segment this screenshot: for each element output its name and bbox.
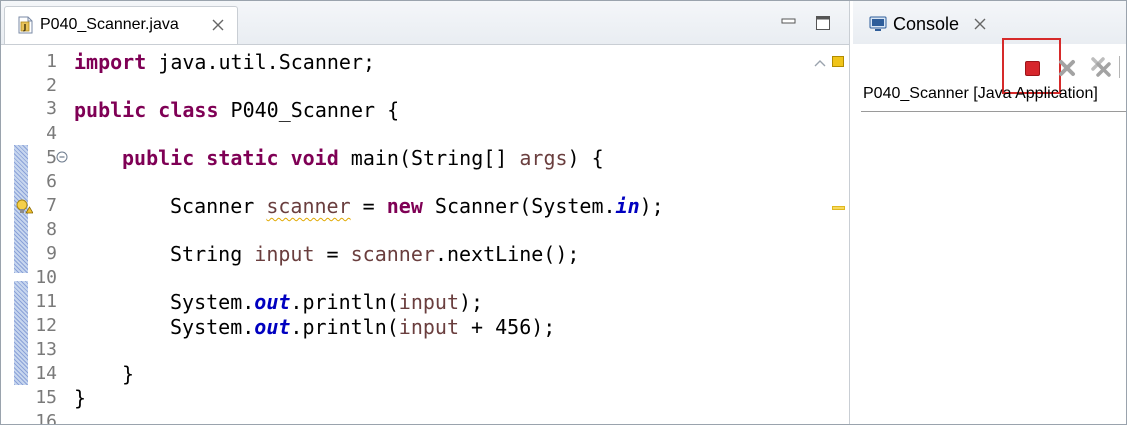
line-number: 14 xyxy=(35,363,57,384)
code-variable-warning: scanner xyxy=(266,194,351,218)
code-line: System.out.println(input + 456); xyxy=(170,315,555,339)
code-text: System. xyxy=(170,290,255,314)
code-text: .println( xyxy=(290,315,399,339)
code-text: System. xyxy=(170,315,255,339)
line-number: 8 xyxy=(46,219,57,240)
code-text: P040_Scanner { xyxy=(218,98,400,122)
code-line: String input = scanner.nextLine(); xyxy=(170,242,579,266)
code-variable: input xyxy=(254,242,315,266)
editor-tab[interactable]: J P040_Scanner.java xyxy=(4,6,238,44)
terminate-icon[interactable] xyxy=(1025,61,1040,76)
code-static-field: in xyxy=(615,194,640,218)
code-text: = xyxy=(350,194,387,218)
close-icon[interactable] xyxy=(211,18,225,32)
code-line: } xyxy=(122,362,134,386)
code-text: java.util.Scanner; xyxy=(146,50,376,74)
code-text: Scanner xyxy=(170,194,267,218)
warning-marker[interactable] xyxy=(832,206,845,210)
editor-tab-bar: J P040_Scanner.java xyxy=(1,1,849,45)
svg-text:J: J xyxy=(23,23,27,32)
line-number: 4 xyxy=(46,123,57,144)
code-line: } xyxy=(74,386,86,410)
code-text: .println( xyxy=(290,290,399,314)
code-static-field: out xyxy=(254,290,291,314)
line-number: 1 xyxy=(46,51,57,72)
java-file-icon: J xyxy=(18,16,33,34)
editor-tab-title: P040_Scanner.java xyxy=(40,16,179,33)
console-tab[interactable]: Console xyxy=(859,6,999,44)
code-text: } xyxy=(74,386,87,410)
code-text: Scanner(System. xyxy=(422,194,616,218)
close-icon[interactable] xyxy=(973,17,987,31)
overview-ruler[interactable] xyxy=(809,45,849,424)
code-keyword: new xyxy=(386,194,423,218)
scroll-up-icon[interactable] xyxy=(813,58,827,68)
line-number: 10 xyxy=(35,267,57,288)
line-number: 13 xyxy=(35,339,57,360)
code-text: } xyxy=(122,362,135,386)
code-text: ) { xyxy=(567,146,604,170)
fold-collapse-icon[interactable] xyxy=(56,151,68,163)
code-editor[interactable]: 1 2 3 4 5 6 7 8 9 10 11 12 13 14 15 16 i… xyxy=(1,45,849,424)
code-line: Scanner scanner = new Scanner(System.in)… xyxy=(170,194,664,218)
editor-pane: J P040_Scanner.java 1 2 3 4 5 6 7 8 9 10… xyxy=(1,1,850,424)
warning-lightbulb-icon[interactable] xyxy=(15,199,33,215)
code-keyword: import xyxy=(74,50,147,74)
code-variable: input xyxy=(398,315,460,339)
code-keyword: public static void xyxy=(122,146,339,170)
line-number: 9 xyxy=(46,243,57,264)
code-text: = xyxy=(314,242,351,266)
code-text: String xyxy=(170,242,255,266)
line-number: 5 xyxy=(46,147,57,168)
code-text: ); xyxy=(639,194,664,218)
code-line: System.out.println(input); xyxy=(170,290,483,314)
minimize-icon[interactable] xyxy=(781,15,796,27)
maximize-icon[interactable] xyxy=(815,15,831,31)
code-line: public static void main(String[] args) { xyxy=(122,146,604,170)
warning-summary-marker[interactable] xyxy=(832,56,844,67)
eclipse-workbench: J P040_Scanner.java 1 2 3 4 5 6 7 8 9 10… xyxy=(0,0,1127,425)
code-variable: scanner xyxy=(350,242,435,266)
line-number: 11 xyxy=(35,291,57,312)
remove-all-terminated-icon[interactable] xyxy=(1089,56,1113,78)
code-variable: args xyxy=(519,146,568,170)
code-text: + 456); xyxy=(459,315,556,339)
change-marker xyxy=(14,281,28,385)
divider xyxy=(861,111,1126,112)
code-text: ); xyxy=(459,290,484,314)
line-number: 7 xyxy=(46,195,57,216)
line-number: 2 xyxy=(46,75,57,96)
line-number: 12 xyxy=(35,315,57,336)
console-tab-title: Console xyxy=(893,14,960,34)
line-number: 3 xyxy=(46,98,57,119)
code-text: .nextLine(); xyxy=(434,242,580,266)
remove-launch-icon[interactable] xyxy=(1058,59,1076,77)
code-text: main(String[] xyxy=(338,146,520,170)
line-number: 6 xyxy=(46,171,57,192)
code-static-field: out xyxy=(254,315,291,339)
console-toolbar xyxy=(853,38,1126,94)
line-number: 15 xyxy=(35,387,57,408)
code-line: import java.util.Scanner; xyxy=(74,50,375,74)
console-description: P040_Scanner [Java Application] xyxy=(863,85,1098,102)
console-tab-bar: Console xyxy=(853,1,1126,44)
line-number: 16 xyxy=(35,411,57,425)
code-keyword: public class xyxy=(74,98,219,122)
code-variable: input xyxy=(398,290,460,314)
toolbar-separator xyxy=(1119,56,1120,78)
console-view: Console P040_Scanner [Java Application] xyxy=(853,1,1126,424)
console-icon xyxy=(869,16,887,31)
code-line: public class P040_Scanner { xyxy=(74,98,399,122)
